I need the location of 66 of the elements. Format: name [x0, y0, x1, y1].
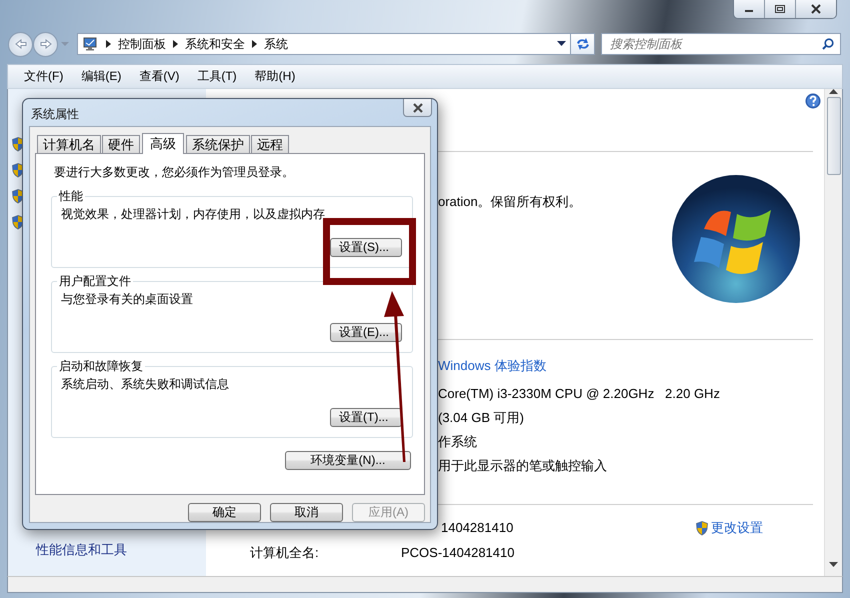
- group-title: 启动和故障恢复: [57, 359, 145, 373]
- menu-item[interactable]: 工具(T): [197, 66, 237, 87]
- close-button[interactable]: [796, 0, 836, 18]
- computer-icon: [82, 37, 98, 51]
- minimize-button[interactable]: [734, 0, 765, 18]
- refresh-icon: [574, 37, 590, 51]
- maximize-icon: [773, 4, 787, 14]
- breadcrumb-item[interactable]: 控制面板: [118, 36, 166, 52]
- breadcrumb-arrow-icon: [252, 40, 257, 48]
- breadcrumb-item[interactable]: 系统和安全: [185, 36, 245, 52]
- search-field[interactable]: 搜索控制面板: [608, 36, 818, 52]
- breadcrumb-item[interactable]: 系统: [264, 36, 288, 52]
- notice-text: 要进行大多数更改，您必须作为管理员登录。: [54, 164, 295, 180]
- rating-link[interactable]: Windows 体验指数: [438, 358, 546, 373]
- shield-icon: [696, 520, 708, 536]
- computer-name-value: 1404281410: [441, 519, 514, 537]
- search-icon: [822, 38, 834, 50]
- close-button[interactable]: [403, 99, 432, 117]
- ok-button[interactable]: 确定: [188, 503, 261, 522]
- environment-variables-button[interactable]: 环境变量(N)...: [285, 451, 411, 470]
- scrollbar[interactable]: [824, 89, 842, 576]
- forward-button[interactable]: [33, 32, 58, 56]
- help-icon[interactable]: [805, 93, 821, 109]
- system-type-text: 作系统: [438, 434, 477, 449]
- tab[interactable]: 远程: [251, 135, 289, 153]
- change-settings-link[interactable]: 更改设置: [711, 516, 763, 540]
- close-icon: [412, 102, 424, 112]
- group-description: 系统启动、系统失败和调试信息: [61, 377, 230, 391]
- left-arrow-icon: [14, 39, 26, 49]
- menu-item[interactable]: 文件(F): [24, 66, 64, 87]
- memory-text: (3.04 GB 可用): [438, 410, 524, 425]
- address-bar[interactable]: 控制面板 系统和安全 系统: [77, 33, 571, 55]
- down-arrow-icon: [829, 562, 838, 568]
- tab[interactable]: 系统保护: [186, 135, 250, 153]
- full-name-value: PCOS-1404281410: [401, 544, 514, 562]
- menu-item[interactable]: 编辑(E): [81, 66, 122, 87]
- dropdown-caret-icon[interactable]: [557, 41, 566, 47]
- settings-button[interactable]: 设置(E)...: [330, 323, 402, 342]
- maximize-button[interactable]: [765, 0, 796, 18]
- processor-text: Core(TM) i3-2330M CPU @ 2.20GHz 2.20 GHz: [438, 386, 720, 401]
- cancel-button[interactable]: 取消: [270, 503, 343, 522]
- breadcrumb-arrow-icon: [173, 40, 178, 48]
- close-icon: [809, 4, 823, 14]
- group-description: 视觉效果，处理器计划，内存使用，以及虚拟内存: [61, 207, 326, 221]
- back-button[interactable]: [8, 32, 33, 56]
- copyright-text: oration。保留所有权利。: [438, 194, 582, 209]
- right-arrow-icon: [40, 39, 52, 49]
- group-title: 用户配置文件: [57, 274, 133, 288]
- menu-item[interactable]: 查看(V): [139, 66, 180, 87]
- up-arrow-icon: [829, 89, 838, 95]
- pen-input-text: 用于此显示器的笔或触控输入: [438, 458, 607, 473]
- tab[interactable]: 硬件: [102, 135, 140, 153]
- group-title: 性能: [57, 189, 85, 203]
- settings-button[interactable]: 设置(T)...: [330, 408, 402, 427]
- dialog-title: 系统属性: [31, 106, 79, 123]
- group-description: 与您登录有关的桌面设置: [61, 292, 194, 306]
- refresh-button[interactable]: [571, 33, 595, 55]
- sidebar-link[interactable]: 性能信息和工具: [36, 541, 127, 559]
- tab[interactable]: 计算机名: [37, 135, 101, 153]
- breadcrumb-arrow-icon: [106, 40, 111, 48]
- full-name-label: 计算机全名:: [250, 544, 320, 562]
- menu-item[interactable]: 帮助(H): [254, 66, 296, 87]
- scrollbar-thumb[interactable]: [826, 97, 840, 175]
- tab[interactable]: 高级: [142, 133, 184, 154]
- settings-button[interactable]: 设置(S)...: [330, 238, 402, 257]
- search-box[interactable]: 搜索控制面板: [601, 33, 841, 55]
